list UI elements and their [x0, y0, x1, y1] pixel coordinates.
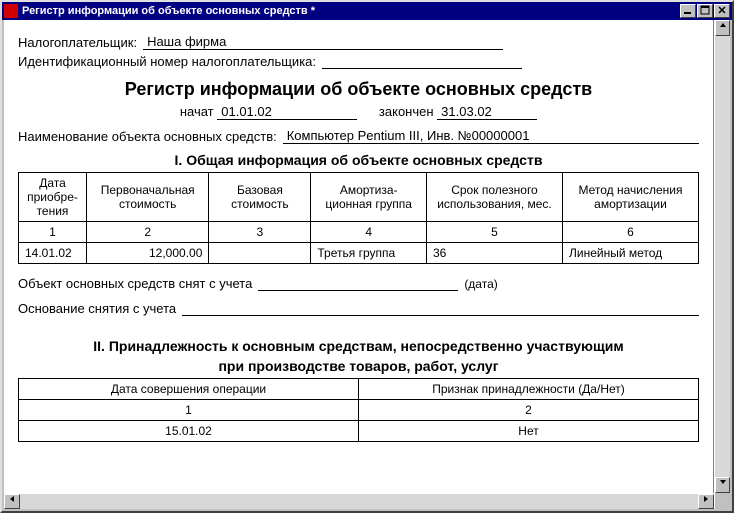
- col-num: 2: [87, 222, 209, 243]
- section2-title-line1: II. Принадлежность к основным средствам,…: [18, 338, 699, 354]
- taxpayer-label: Налогоплательщик:: [18, 35, 137, 50]
- table-data-row: 15.01.02 Нет: [19, 421, 699, 442]
- table-membership: Дата совершения операции Признак принадл…: [18, 378, 699, 442]
- vertical-scroll-track[interactable]: [715, 36, 730, 477]
- object-label: Наименование объекта основных средств:: [18, 129, 277, 144]
- basis-label: Основание снятия с учета: [18, 301, 176, 316]
- col-num: 2: [359, 400, 699, 421]
- col-header: Базовая стоимость: [209, 173, 311, 222]
- taxpayer-value: Наша фирма: [143, 34, 503, 50]
- col-num: 1: [19, 222, 87, 243]
- start-date: 01.01.02: [217, 104, 357, 120]
- cell: 15.01.02: [19, 421, 359, 442]
- table-header-row: Дата совершения операции Признак принадл…: [19, 379, 699, 400]
- cell: Нет: [359, 421, 699, 442]
- vertical-scrollbar[interactable]: [714, 20, 730, 509]
- document-content: Налогоплательщик: Наша фирма Идентификац…: [4, 20, 713, 452]
- section2-title-line2: при производстве товаров, работ, услуг: [18, 358, 699, 374]
- table-general-info: Дата приобре- тения Первоначальная стоим…: [18, 172, 699, 264]
- cell: Линейный метод: [562, 243, 698, 264]
- table-number-row: 1 2 3 4 5 6: [19, 222, 699, 243]
- col-header: Метод начисления амортизации: [562, 173, 698, 222]
- scroll-up-button[interactable]: [715, 20, 730, 36]
- window-title: Регистр информации об объекте основных с…: [22, 5, 679, 17]
- section1-title: I. Общая информация об объекте основных …: [18, 152, 699, 168]
- cell: Третья группа: [311, 243, 427, 264]
- maximize-button[interactable]: [697, 4, 713, 18]
- scroll-down-button[interactable]: [715, 477, 730, 493]
- horizontal-scrollbar[interactable]: [4, 493, 714, 509]
- app-icon: [4, 4, 18, 18]
- start-label: начат: [180, 104, 214, 119]
- col-header: Признак принадлежности (Да/Нет): [359, 379, 699, 400]
- table-data-row: 14.01.02 12,000.00 Третья группа 36 Лине…: [19, 243, 699, 264]
- app-window: Регистр информации об объекте основных с…: [0, 0, 734, 513]
- date-caption: (дата): [464, 277, 497, 291]
- titlebar: Регистр информации об объекте основных с…: [2, 2, 732, 20]
- cell: [209, 243, 311, 264]
- col-num: 4: [311, 222, 427, 243]
- horizontal-scroll-track[interactable]: [20, 494, 698, 509]
- document-viewport: Налогоплательщик: Наша фирма Идентификац…: [4, 20, 714, 509]
- col-num: 3: [209, 222, 311, 243]
- minimize-button[interactable]: [680, 4, 696, 18]
- tin-value: [322, 55, 522, 69]
- tin-label: Идентификационный номер налогоплательщик…: [18, 54, 316, 69]
- col-header: Дата приобре- тения: [19, 173, 87, 222]
- col-header: Дата совершения операции: [19, 379, 359, 400]
- cell: 14.01.02: [19, 243, 87, 264]
- removed-value: [258, 277, 458, 291]
- main-title: Регистр информации об объекте основных с…: [18, 79, 699, 100]
- basis-value: [182, 302, 699, 316]
- col-header: Срок полезного использования, мес.: [426, 173, 562, 222]
- close-button[interactable]: [714, 4, 730, 18]
- cell: 12,000.00: [87, 243, 209, 264]
- client-area: Налогоплательщик: Наша фирма Идентификац…: [4, 20, 730, 509]
- col-num: 1: [19, 400, 359, 421]
- col-num: 5: [426, 222, 562, 243]
- end-label: закончен: [379, 104, 434, 119]
- scroll-left-button[interactable]: [4, 494, 20, 509]
- end-date: 31.03.02: [437, 104, 537, 120]
- object-value: Компьютер Pentium III, Инв. №00000001: [283, 128, 699, 144]
- col-header: Первоначальная стоимость: [87, 173, 209, 222]
- scroll-right-button[interactable]: [698, 494, 714, 509]
- table-header-row: Дата приобре- тения Первоначальная стоим…: [19, 173, 699, 222]
- removed-label: Объект основных средств снят с учета: [18, 276, 252, 291]
- table-number-row: 1 2: [19, 400, 699, 421]
- col-header: Амортиза- ционная группа: [311, 173, 427, 222]
- cell: 36: [426, 243, 562, 264]
- col-num: 6: [562, 222, 698, 243]
